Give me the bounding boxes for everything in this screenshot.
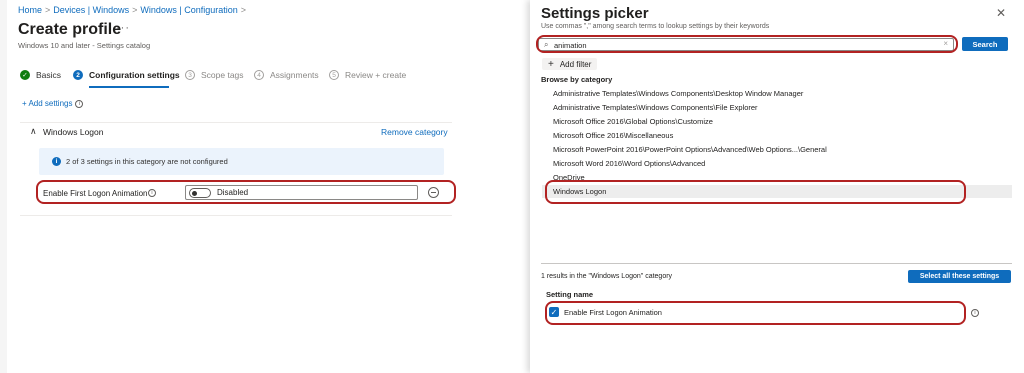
category-item[interactable]: Administrative Templates\Windows Compone… — [542, 87, 1012, 100]
breadcrumb-separator: > — [132, 5, 138, 15]
step-scope-tags[interactable]: 3 Scope tags — [185, 70, 244, 80]
divider — [20, 122, 452, 123]
category-item[interactable]: Microsoft Word 2016\Word Options\Advance… — [542, 157, 1012, 170]
search-hint: Use commas "," among search terms to loo… — [541, 23, 770, 30]
breadcrumb-separator: > — [45, 5, 51, 15]
search-input[interactable] — [554, 40, 934, 50]
breadcrumb-windows-configuration[interactable]: Windows | Configuration — [140, 5, 237, 15]
browse-by-category-heading: Browse by category — [541, 75, 613, 84]
search-field[interactable]: ⌕ × — [538, 38, 954, 51]
info-icon: i — [52, 157, 61, 166]
results-summary: 1 results in the "Windows Logon" categor… — [541, 273, 673, 280]
step-number: 3 — [185, 70, 195, 80]
page-subtitle: Windows 10 and later - Settings catalog — [18, 41, 151, 50]
step-number: 5 — [329, 70, 339, 80]
step-label: Assignments — [270, 70, 319, 80]
category-name: Windows Logon — [43, 127, 104, 137]
category-item[interactable]: Administrative Templates\Windows Compone… — [542, 101, 1012, 114]
column-header-setting-name: Setting name — [546, 290, 594, 299]
category-item[interactable]: Microsoft Office 2016\Global Options\Cus… — [542, 115, 1012, 128]
category-item[interactable]: OneDrive — [542, 171, 1012, 184]
remove-category-link[interactable]: Remove category — [381, 127, 448, 137]
category-item[interactable]: Microsoft Office 2016\Miscellaneous — [542, 129, 1012, 142]
toggle-knob — [192, 191, 197, 196]
search-icon: ⌕ — [544, 40, 549, 49]
step-label: Scope tags — [201, 70, 244, 80]
add-settings-link[interactable]: + Add settings i — [22, 99, 84, 108]
toggle-switch[interactable] — [189, 188, 211, 198]
step-number: 2 — [73, 70, 83, 80]
active-step-indicator — [89, 86, 169, 88]
panel-title: Settings picker — [541, 5, 649, 22]
more-options-button[interactable]: ··· — [116, 22, 130, 34]
check-icon: ✓ — [20, 70, 30, 80]
info-icon[interactable]: i — [971, 309, 979, 317]
divider — [541, 263, 1012, 264]
setting-toggle-field[interactable]: Disabled — [185, 185, 418, 200]
add-filter-label: Add filter — [559, 59, 592, 69]
select-all-button[interactable]: Select all these settings — [908, 270, 1011, 283]
clear-search-icon[interactable]: × — [943, 39, 948, 48]
step-configuration-settings[interactable]: 2 Configuration settings — [73, 70, 180, 80]
info-icon[interactable]: i — [148, 189, 156, 197]
settings-picker-panel: Settings picker ✕ Use commas "," among s… — [530, 0, 1024, 373]
toggle-value: Disabled — [217, 188, 249, 197]
step-assignments[interactable]: 4 Assignments — [254, 70, 319, 80]
breadcrumb-separator: > — [240, 5, 247, 15]
create-profile-page: Home > Devices | Windows > Windows | Configu… — [0, 0, 530, 373]
search-button[interactable]: Search — [962, 37, 1008, 51]
step-label: Review + create — [345, 70, 407, 80]
plus-icon: + — [548, 58, 554, 70]
setting-label: Enable First Logon Animation — [43, 189, 148, 198]
info-message-bar: i 2 of 3 settings in this category are n… — [39, 148, 444, 175]
divider — [20, 215, 452, 216]
info-message-text: 2 of 3 settings in this category are not… — [66, 157, 228, 166]
breadcrumb-home[interactable]: Home — [18, 5, 42, 15]
breadcrumb: Home > Devices | Windows > Windows | Configu… — [18, 5, 249, 15]
close-icon[interactable]: ✕ — [996, 6, 1006, 20]
step-review-create[interactable]: 5 Review + create — [329, 70, 406, 80]
chevron-up-icon[interactable]: ∧ — [30, 126, 37, 137]
add-filter-button[interactable]: + Add filter — [542, 58, 598, 70]
result-label: Enable First Logon Animation — [564, 308, 662, 317]
add-settings-label: + Add settings — [22, 99, 73, 108]
left-rail — [0, 0, 7, 373]
remove-setting-icon[interactable] — [428, 187, 439, 198]
step-basics[interactable]: ✓ Basics — [20, 70, 61, 80]
info-icon: i — [75, 99, 84, 108]
step-number: 4 — [254, 70, 264, 80]
category-item[interactable]: Microsoft PowerPoint 2016\PowerPoint Opt… — [542, 143, 1012, 156]
step-label: Basics — [36, 70, 62, 80]
result-checkbox[interactable]: ✓ — [549, 307, 559, 317]
category-item-selected[interactable]: Windows Logon — [542, 185, 1012, 198]
step-label: Configuration settings — [89, 70, 180, 80]
breadcrumb-devices-windows[interactable]: Devices | Windows — [53, 5, 129, 15]
page-title: Create profile — [18, 21, 122, 38]
